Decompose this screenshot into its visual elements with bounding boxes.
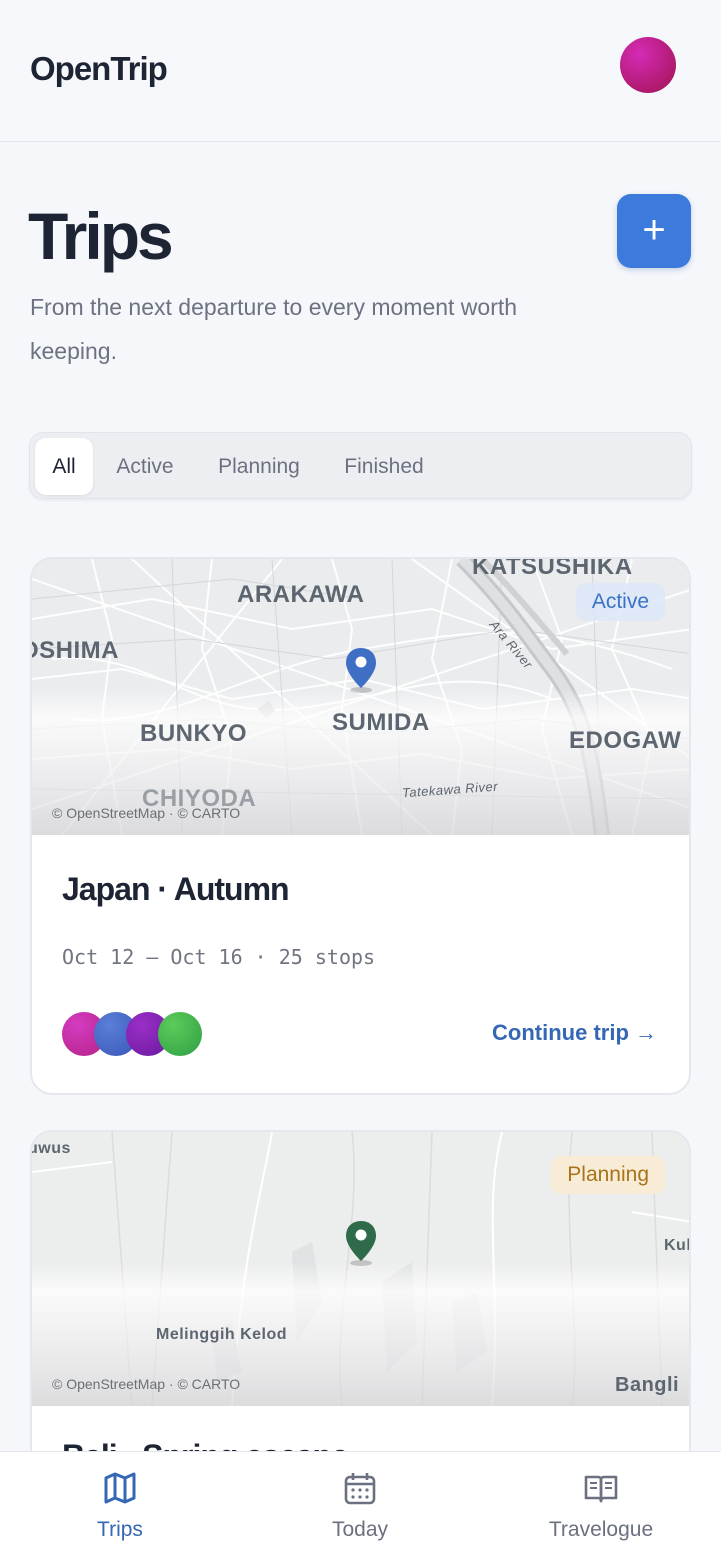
app-logo: OpenTrip: [30, 50, 168, 87]
location-pin-icon[interactable]: [344, 1219, 378, 1267]
add-trip-button[interactable]: +: [617, 194, 691, 268]
nav-label: Trips: [97, 1518, 143, 1541]
status-badge: Planning: [551, 1156, 665, 1194]
nav-trips[interactable]: Trips: [0, 1452, 240, 1560]
map-attribution: © OpenStreetMap · © CARTO: [52, 1376, 241, 1392]
trip-title: Japan · Autumn: [62, 871, 290, 907]
map-label: uwus: [32, 1140, 71, 1157]
trip-members: [62, 1012, 222, 1058]
status-badge: Active: [575, 583, 665, 621]
map-label: Kul: [664, 1237, 689, 1254]
map-label: Bangli: [615, 1374, 680, 1396]
member-avatar: [158, 1012, 202, 1056]
trip-card[interactable]: KATSUSHIKA ARAKAWA OSHIMA BUNKYO SUMIDA …: [30, 557, 691, 1095]
bottom-nav: Trips Today Travelogue: [0, 1451, 721, 1560]
map-icon: [104, 1472, 136, 1504]
nav-travelogue[interactable]: Travelogue: [481, 1452, 721, 1560]
page-subtitle: From the next departure to every moment …: [30, 294, 518, 364]
map-label: ARAKAWA: [237, 581, 365, 608]
filter-tabs: All Active Planning Finished: [29, 432, 692, 499]
book-icon: [584, 1475, 618, 1503]
app-root: OpenTrip Trips From the next departure t…: [0, 0, 721, 1560]
top-bar: OpenTrip: [0, 0, 721, 142]
trip-map: KATSUSHIKA ARAKAWA OSHIMA BUNKYO SUMIDA …: [32, 559, 689, 835]
tab-all[interactable]: All: [35, 438, 93, 495]
map-label: KATSUSHIKA: [472, 559, 633, 580]
tab-active[interactable]: Active: [102, 438, 188, 495]
tab-finished[interactable]: Finished: [328, 438, 440, 495]
nav-label: Travelogue: [548, 1518, 654, 1541]
trip-dates: Oct 12 — Oct 16 · 25 stops: [62, 945, 376, 969]
nav-today[interactable]: Today: [240, 1452, 480, 1560]
tab-planning[interactable]: Planning: [200, 438, 318, 495]
continue-trip-link[interactable]: Continue trip →: [492, 1020, 657, 1046]
user-avatar[interactable]: [620, 37, 676, 93]
nav-label: Today: [331, 1518, 389, 1541]
trip-map: uwus Kul Melinggih Kelod Bangli Planning…: [32, 1132, 689, 1406]
map-label: EDOGAW: [569, 727, 682, 754]
map-label: BUNKYO: [140, 720, 248, 747]
map-attribution: © OpenStreetMap · © CARTO: [52, 805, 241, 821]
calendar-icon: [344, 1473, 376, 1505]
map-label: OSHIMA: [32, 637, 119, 664]
location-pin-icon[interactable]: [344, 646, 378, 694]
map-label: SUMIDA: [332, 709, 430, 736]
map-label: Melinggih Kelod: [156, 1326, 288, 1343]
page-title: Trips: [28, 199, 174, 273]
